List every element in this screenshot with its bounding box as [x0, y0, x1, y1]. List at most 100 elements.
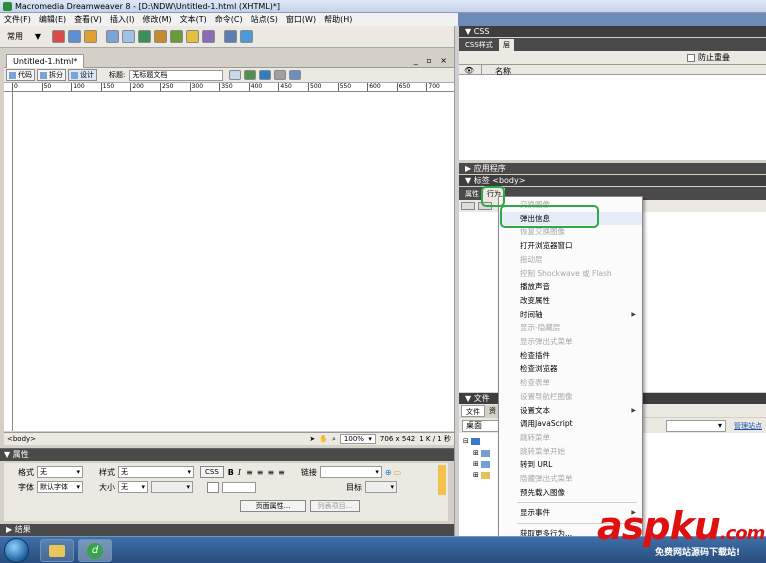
insert-category-select[interactable]: 常用 ▼	[4, 29, 44, 44]
table-icon[interactable]	[106, 30, 119, 43]
zoom-tool-icon[interactable]: ⌕	[332, 435, 336, 444]
layer-icon[interactable]	[122, 30, 135, 43]
tab-layers[interactable]: 层	[499, 39, 514, 51]
menu-file[interactable]: 文件(F)	[0, 14, 35, 25]
tree-node[interactable]: ⊞	[473, 460, 490, 468]
properties-header[interactable]: ▼ 属性	[0, 449, 458, 461]
view-options-icon[interactable]	[274, 70, 287, 80]
tree-node[interactable]: ⊞	[473, 471, 490, 479]
behavior-menu-item[interactable]: 预先载入图像	[499, 486, 642, 500]
behavior-menu-item[interactable]: 改变属性	[499, 294, 642, 308]
zoom-select[interactable]: 100% ▾	[339, 434, 376, 444]
behavior-menu-item[interactable]: 检查浏览器	[499, 362, 642, 376]
tag-selector[interactable]: <body>	[7, 435, 36, 443]
ruler-tick: 600	[367, 83, 381, 91]
menu-site[interactable]: 站点(S)	[247, 14, 282, 25]
behavior-menu-item[interactable]: 设置文本 ▶	[499, 404, 642, 418]
split-view-button[interactable]: 拆分	[37, 69, 66, 81]
named-anchor-icon[interactable]	[84, 30, 97, 43]
font-select[interactable]: 默认字体 ▾	[37, 481, 83, 493]
view-select[interactable]: ▾	[666, 419, 726, 432]
application-panel-header[interactable]: ▶ 应用程序	[459, 163, 766, 174]
prevent-overlap-checkbox[interactable]	[687, 53, 695, 62]
behavior-menu-item[interactable]: 转到 URL	[499, 458, 642, 472]
point-to-file-icon[interactable]: ⊕	[385, 468, 392, 477]
tag-panel-header[interactable]: ▼ 标签 <body>	[459, 175, 766, 186]
tree-node-desktop[interactable]: ⊟	[463, 437, 480, 445]
format-select[interactable]: 无 ▾	[37, 466, 83, 478]
date-icon[interactable]	[170, 30, 183, 43]
style-label: 样式	[99, 467, 115, 477]
tree-node[interactable]: ⊞	[473, 449, 490, 457]
hand-tool-icon[interactable]: ✋	[319, 435, 328, 443]
align-right-icon[interactable]: ≡	[267, 468, 274, 477]
menu-commands[interactable]: 命令(C)	[211, 14, 247, 25]
menu-window[interactable]: 窗口(W)	[282, 14, 320, 25]
expand-icon[interactable]: ⊞	[473, 449, 479, 457]
document-window: Untitled-1.html* _ ▫ × 代码 拆分 设计 标题: 0 50 1…	[0, 48, 458, 448]
menu-modify[interactable]: 修改(M)	[138, 14, 175, 25]
file-management-icon[interactable]	[229, 70, 242, 80]
expand-icon[interactable]: ⊞	[473, 471, 479, 479]
menu-help[interactable]: 帮助(H)	[320, 14, 356, 25]
window-controls[interactable]: _ ▫ ×	[414, 56, 450, 65]
behavior-menu-item[interactable]: 打开浏览器窗口	[499, 239, 642, 253]
layers-list[interactable]	[459, 75, 766, 160]
window-size[interactable]: 706 x 542	[380, 435, 415, 443]
css-panel-header[interactable]: ▼ CSS	[459, 26, 766, 37]
select-tool-icon[interactable]: ➤	[309, 435, 315, 443]
image-icon[interactable]	[138, 30, 151, 43]
tab-css-styles[interactable]: CSS样式	[461, 39, 497, 51]
hyperlink-icon[interactable]	[52, 30, 65, 43]
align-center-icon[interactable]: ≡	[257, 468, 264, 477]
link-input[interactable]: ▾	[319, 466, 382, 478]
dropdown-arrow-icon: ▾	[717, 421, 722, 430]
behavior-menu-item[interactable]: 调用JavaScript	[499, 417, 642, 431]
preview-browser-icon[interactable]	[244, 70, 257, 80]
templates-icon[interactable]	[224, 30, 237, 43]
expand-icon[interactable]: ⊞	[473, 460, 479, 468]
head-icon[interactable]	[202, 30, 215, 43]
refresh-icon[interactable]	[259, 70, 272, 80]
browse-folder-icon[interactable]: ▭	[394, 468, 402, 477]
design-view-button[interactable]: 设计	[68, 69, 97, 81]
taskbar-dreamweaver-button[interactable]: d	[78, 539, 112, 562]
menu-insert[interactable]: 插入(I)	[106, 14, 139, 25]
taskbar-explorer-button[interactable]	[40, 539, 74, 562]
email-link-icon[interactable]	[68, 30, 81, 43]
help-icon[interactable]	[438, 465, 446, 495]
visibility-eye-icon[interactable]: 👁	[464, 66, 474, 75]
manage-sites-link[interactable]: 管理站点	[734, 421, 762, 431]
behavior-menu-label: 跳转菜单	[520, 432, 550, 442]
menu-edit[interactable]: 编辑(E)	[35, 14, 70, 25]
design-canvas[interactable]	[13, 92, 454, 431]
bold-button[interactable]: B	[228, 468, 234, 477]
tab-attributes[interactable]: 属性	[461, 188, 483, 200]
css-button[interactable]: CSS	[200, 466, 224, 478]
color-picker[interactable]	[207, 481, 219, 493]
align-left-icon[interactable]: ≡	[246, 468, 253, 477]
code-view-button[interactable]: 代码	[6, 69, 35, 81]
visual-aids-icon[interactable]	[289, 70, 302, 80]
tag-chooser-icon[interactable]	[240, 30, 253, 43]
show-set-events-icon[interactable]	[461, 202, 475, 210]
tab-files[interactable]: 文件	[461, 405, 485, 417]
behavior-menu-item[interactable]: 检查插件	[499, 349, 642, 363]
italic-button[interactable]: I	[238, 468, 241, 477]
menu-view[interactable]: 查看(V)	[70, 14, 106, 25]
start-button[interactable]	[4, 538, 29, 563]
behavior-menu-item[interactable]: 播放声音	[499, 280, 642, 294]
document-tab[interactable]: Untitled-1.html*	[6, 54, 85, 68]
page-properties-button[interactable]: 页面属性...	[240, 500, 306, 512]
style-select[interactable]: 无 ▾	[118, 466, 194, 478]
results-panel[interactable]: ▶ 结果	[0, 524, 458, 536]
justify-icon[interactable]: ≡	[278, 468, 285, 477]
size-select[interactable]: 无 ▾	[118, 481, 148, 493]
collapse-icon[interactable]: ⊟	[463, 437, 469, 445]
comment-icon[interactable]	[186, 30, 199, 43]
document-title-input[interactable]	[129, 69, 224, 81]
color-input[interactable]	[222, 481, 256, 493]
menu-text[interactable]: 文本(T)	[176, 14, 211, 25]
behavior-menu-item[interactable]: 时间轴 ▶	[499, 308, 642, 322]
media-icon[interactable]	[154, 30, 167, 43]
